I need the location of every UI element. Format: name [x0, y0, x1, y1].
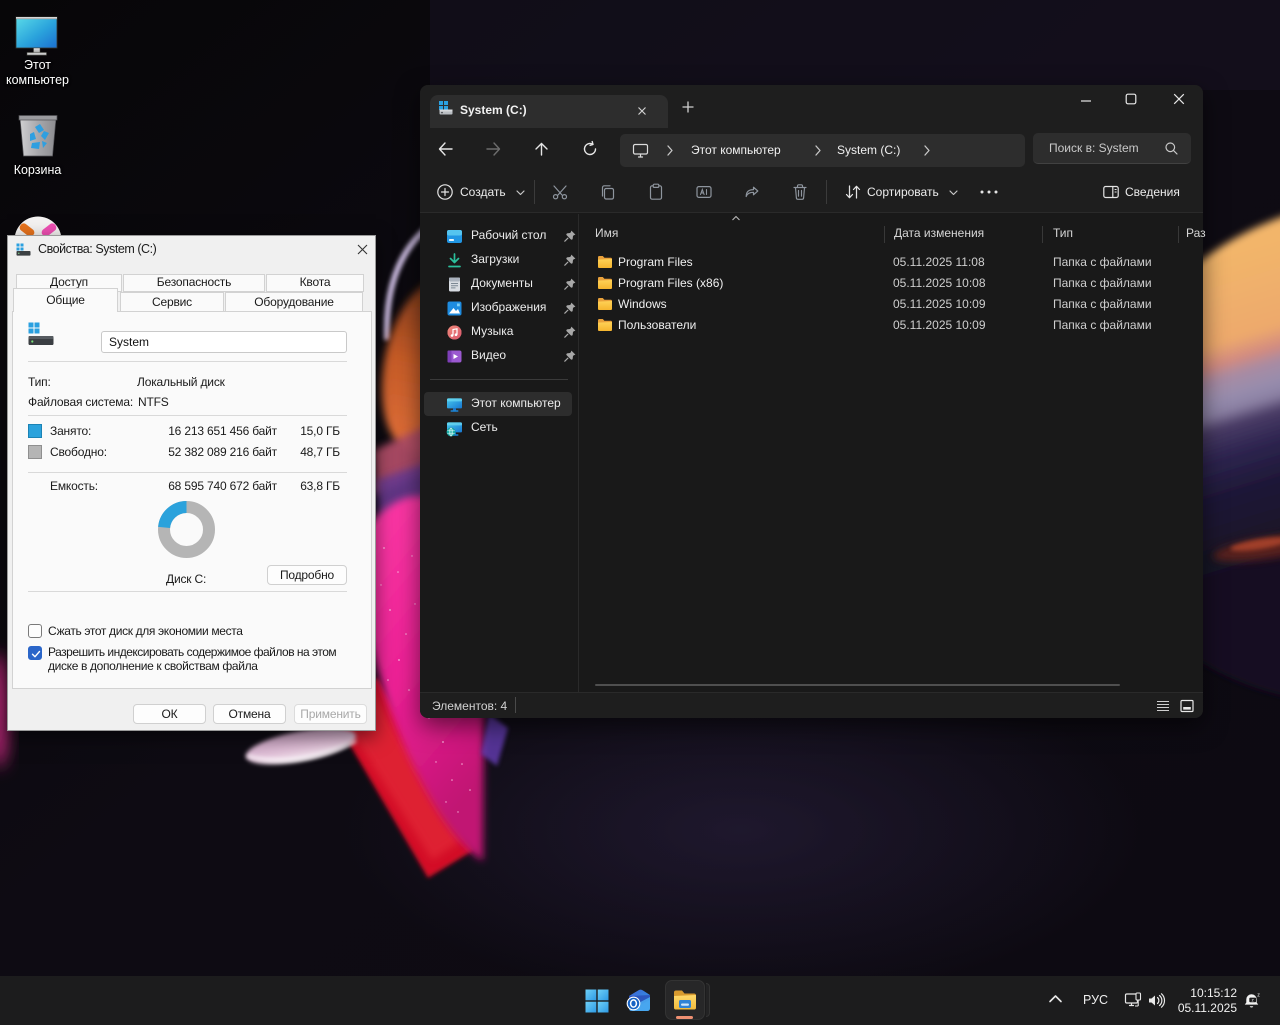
svg-text:z: z	[1257, 992, 1260, 998]
